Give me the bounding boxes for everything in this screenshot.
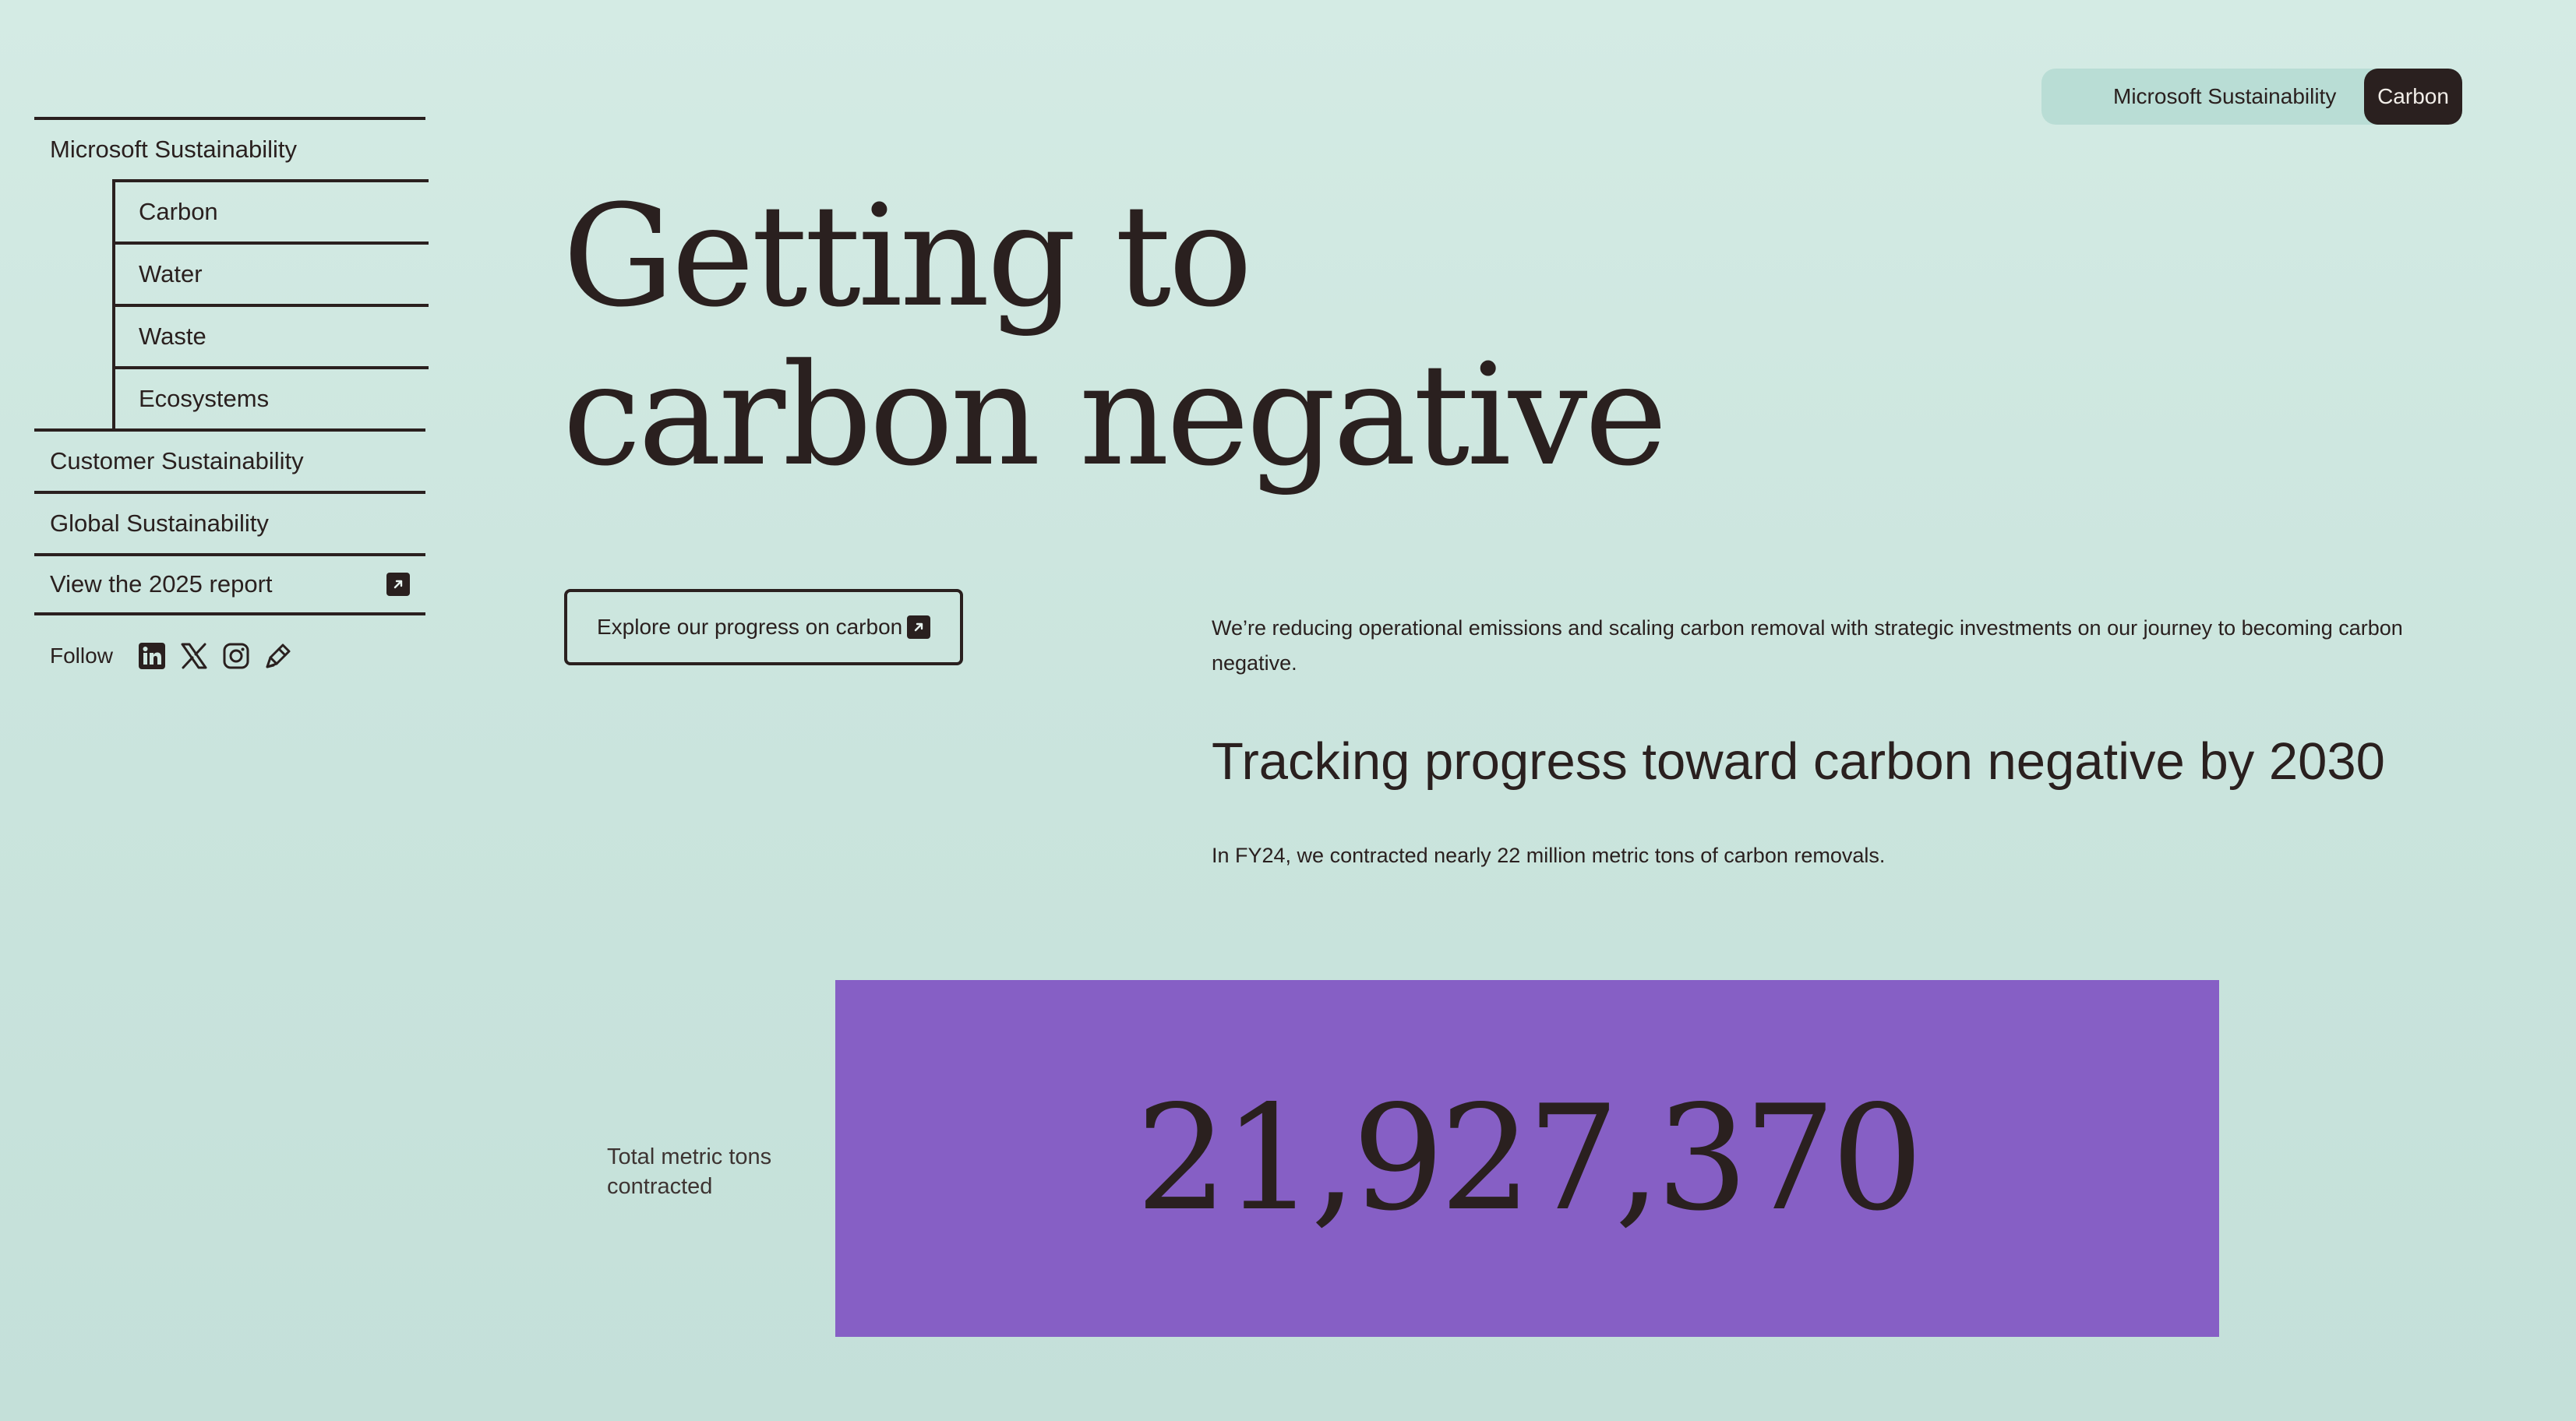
page-title-line-1: Getting to <box>563 175 1253 338</box>
tracking-heading: Tracking progress toward carbon negative… <box>1212 732 2385 791</box>
page-title-line-2: carbon negative <box>563 334 1667 497</box>
sidebar-item-report-link[interactable]: View the 2025 report <box>34 553 425 615</box>
sidebar-subnav: Carbon Water Waste Ecosystems <box>112 179 429 428</box>
stat-label: Total metric tons contracted <box>607 1144 772 1199</box>
explore-progress-button[interactable]: Explore our progress on carbon <box>564 589 963 665</box>
sidebar-item-label: Customer Sustainability <box>50 447 304 474</box>
sidebar-item-label: Ecosystems <box>139 385 270 412</box>
external-link-icon <box>907 615 930 639</box>
sidebar-item-label: View the 2025 report <box>50 570 273 598</box>
fy24-summary: In FY24, we contracted nearly 22 million… <box>1212 844 1886 867</box>
intro-paragraph: We’re reducing operational emissions and… <box>1212 616 2403 675</box>
sidebar-item-ecosystems[interactable]: Ecosystems <box>115 366 429 428</box>
sidebar-item-carbon[interactable]: Carbon <box>115 179 429 242</box>
sidebar-item-label: Water <box>139 260 203 287</box>
follow-row: Follow <box>34 640 425 672</box>
follow-label: Follow <box>50 644 113 668</box>
instagram-icon[interactable] <box>221 640 252 672</box>
sidebar-item-global-sustainability[interactable]: Global Sustainability <box>34 491 425 553</box>
blog-icon[interactable] <box>263 640 294 672</box>
sidebar-item-label: Microsoft Sustainability <box>50 136 298 163</box>
breadcrumb-pill: Microsoft Sustainability Carbon <box>2041 69 2462 125</box>
sidebar-item-microsoft-sustainability[interactable]: Microsoft Sustainability <box>34 117 425 179</box>
x-icon[interactable] <box>178 640 210 672</box>
sidebar-item-waste[interactable]: Waste <box>115 304 429 366</box>
sidebar-item-customer-sustainability[interactable]: Customer Sustainability <box>34 428 425 491</box>
pill-carbon-active[interactable]: Carbon <box>2364 69 2462 125</box>
stat-value: 21,927,370 <box>1135 1074 1924 1243</box>
linkedin-icon[interactable] <box>136 640 168 672</box>
external-link-icon <box>386 573 410 596</box>
explore-progress-label: Explore our progress on carbon <box>597 615 903 639</box>
sidebar-item-label: Global Sustainability <box>50 510 269 537</box>
stat-panel: 21,927,370 <box>835 980 2219 1337</box>
pill-microsoft-sustainability[interactable]: Microsoft Sustainability <box>2113 84 2336 109</box>
sidebar-item-label: Carbon <box>139 198 218 225</box>
sidebar-nav: Microsoft Sustainability Carbon Water Wa… <box>34 117 429 672</box>
sidebar-item-water[interactable]: Water <box>115 242 429 304</box>
sidebar-item-label: Waste <box>139 323 206 350</box>
page-title: Getting to carbon negative <box>563 175 1667 497</box>
